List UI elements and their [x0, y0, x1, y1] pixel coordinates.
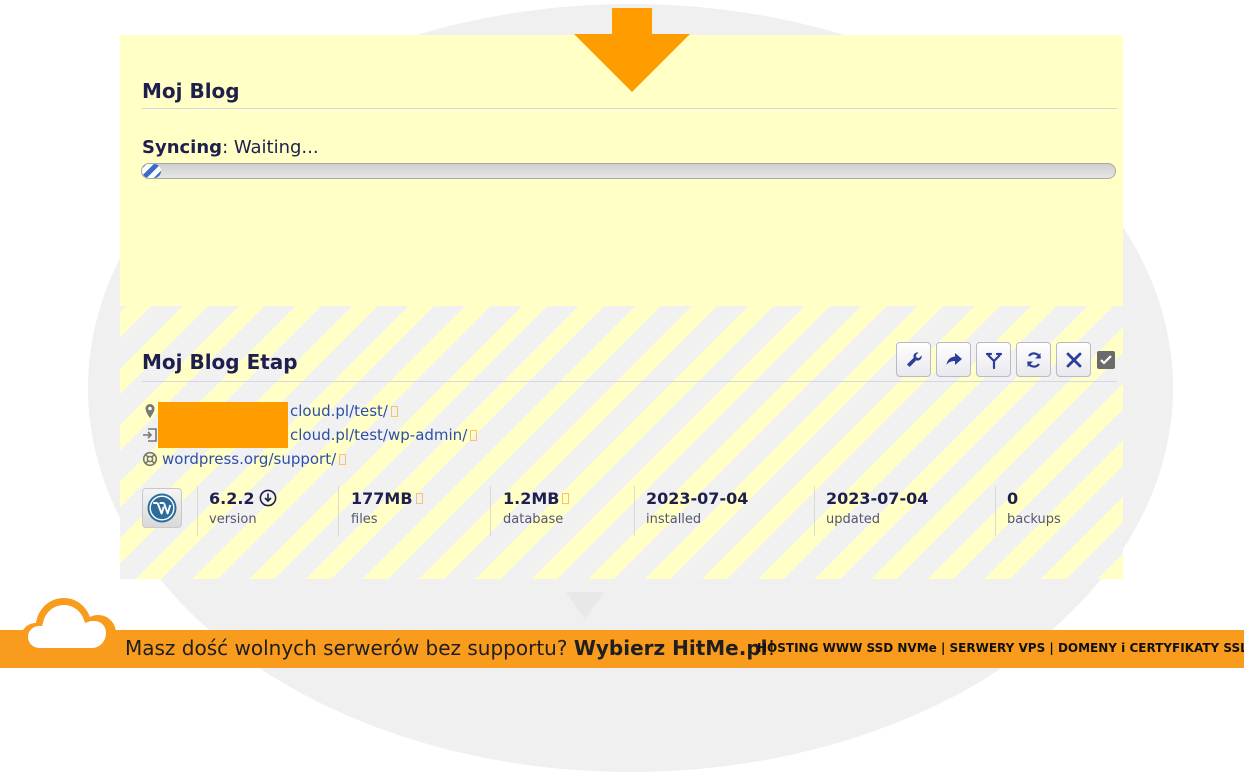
files-label: files: [351, 512, 378, 527]
stat-separator: [338, 486, 339, 536]
stat-updated: 2023-07-04 updated: [826, 486, 928, 536]
stat-separator: [490, 486, 491, 536]
external-link-icon[interactable]: [415, 492, 423, 504]
delete-button[interactable]: [1056, 342, 1091, 377]
installed-label: installed: [646, 512, 702, 527]
share-button[interactable]: [936, 342, 971, 377]
fork-button[interactable]: [976, 342, 1011, 377]
site-url-link[interactable]: cloud.pl/test/: [290, 402, 388, 420]
tools-button[interactable]: [896, 342, 931, 377]
refresh-icon: [1026, 351, 1041, 368]
wordpress-icon: [147, 493, 177, 523]
admin-url-link[interactable]: cloud.pl/test/wp-admin/: [290, 426, 467, 444]
sync-progress-fill: [142, 164, 162, 178]
sync-label: Syncing: [142, 137, 223, 158]
stat-backups: 0 backups: [1007, 486, 1061, 536]
banner-cta[interactable]: Wybierz HitMe.pl: [574, 636, 768, 660]
stat-installed: 2023-07-04 installed: [646, 486, 748, 536]
select-checkbox[interactable]: [1097, 350, 1115, 369]
support-url-link[interactable]: wordpress.org/support/: [162, 450, 336, 468]
updated-label: updated: [826, 512, 881, 527]
external-link-icon[interactable]: [470, 429, 478, 441]
divider: [142, 108, 1117, 109]
stat-version: 6.2.2 version: [209, 486, 277, 536]
site-title: Moj Blog: [142, 79, 240, 103]
login-icon: [143, 428, 157, 442]
external-link-icon[interactable]: [339, 453, 347, 465]
banner-question: Masz dość wolnych serwerów bez supportu?: [125, 636, 574, 660]
version-label: version: [209, 512, 257, 527]
arrow-down-decoration: [566, 592, 604, 620]
redacted-domain-block: [158, 402, 288, 448]
banner-links[interactable]: HOSTING WWW SSD NVMe | SERWERY VPS | DOM…: [757, 641, 1244, 655]
site-card-moj-blog-etap: Moj Blog Etap cloud.pl/test/ cloud.pl/te…: [120, 306, 1123, 579]
external-link-icon[interactable]: [391, 405, 398, 417]
check-icon: [1100, 354, 1112, 365]
promo-banner[interactable]: Masz dość wolnych serwerów bez supportu?…: [0, 630, 1244, 668]
version-value: 6.2.2: [209, 488, 255, 508]
map-pin-icon: [145, 404, 155, 418]
sync-status-text: : Waiting...: [222, 137, 319, 158]
sync-status: Syncing: Waiting...: [142, 137, 319, 158]
stat-database: 1.2MB database: [503, 486, 570, 536]
download-circle-icon[interactable]: [259, 489, 277, 507]
database-value: 1.2MB: [503, 488, 560, 508]
files-value: 177MB: [351, 488, 413, 508]
wordpress-logo-icon: [142, 488, 182, 528]
lifebuoy-icon: [142, 451, 158, 467]
site-actions: [896, 342, 1115, 377]
support-url-row: wordpress.org/support/: [142, 448, 347, 470]
banner-text: Masz dość wolnych serwerów bez supportu?…: [125, 636, 776, 660]
backups-value: 0: [1007, 488, 1019, 508]
sync-progress-bar: [141, 163, 1116, 179]
stat-separator: [814, 486, 815, 536]
cloud-logo-icon: [21, 598, 116, 654]
fork-icon: [985, 352, 1002, 369]
divider: [142, 381, 1117, 382]
arrow-down-icon: [574, 8, 690, 92]
external-link-icon[interactable]: [562, 492, 570, 504]
wrench-icon: [906, 351, 922, 367]
close-icon: [1066, 352, 1081, 367]
refresh-button[interactable]: [1016, 342, 1051, 377]
backups-label: backups: [1007, 512, 1061, 527]
site-title: Moj Blog Etap: [142, 350, 298, 374]
updated-value: 2023-07-04: [826, 488, 929, 508]
stat-separator: [995, 486, 996, 536]
share-icon: [946, 352, 962, 365]
installed-value: 2023-07-04: [646, 488, 749, 508]
site-stats: 6.2.2 version 177MB files 1.2MB database…: [142, 486, 1112, 538]
stat-files: 177MB files: [351, 486, 423, 536]
stat-separator: [634, 486, 635, 536]
database-label: database: [503, 512, 564, 527]
stat-separator: [197, 486, 198, 536]
